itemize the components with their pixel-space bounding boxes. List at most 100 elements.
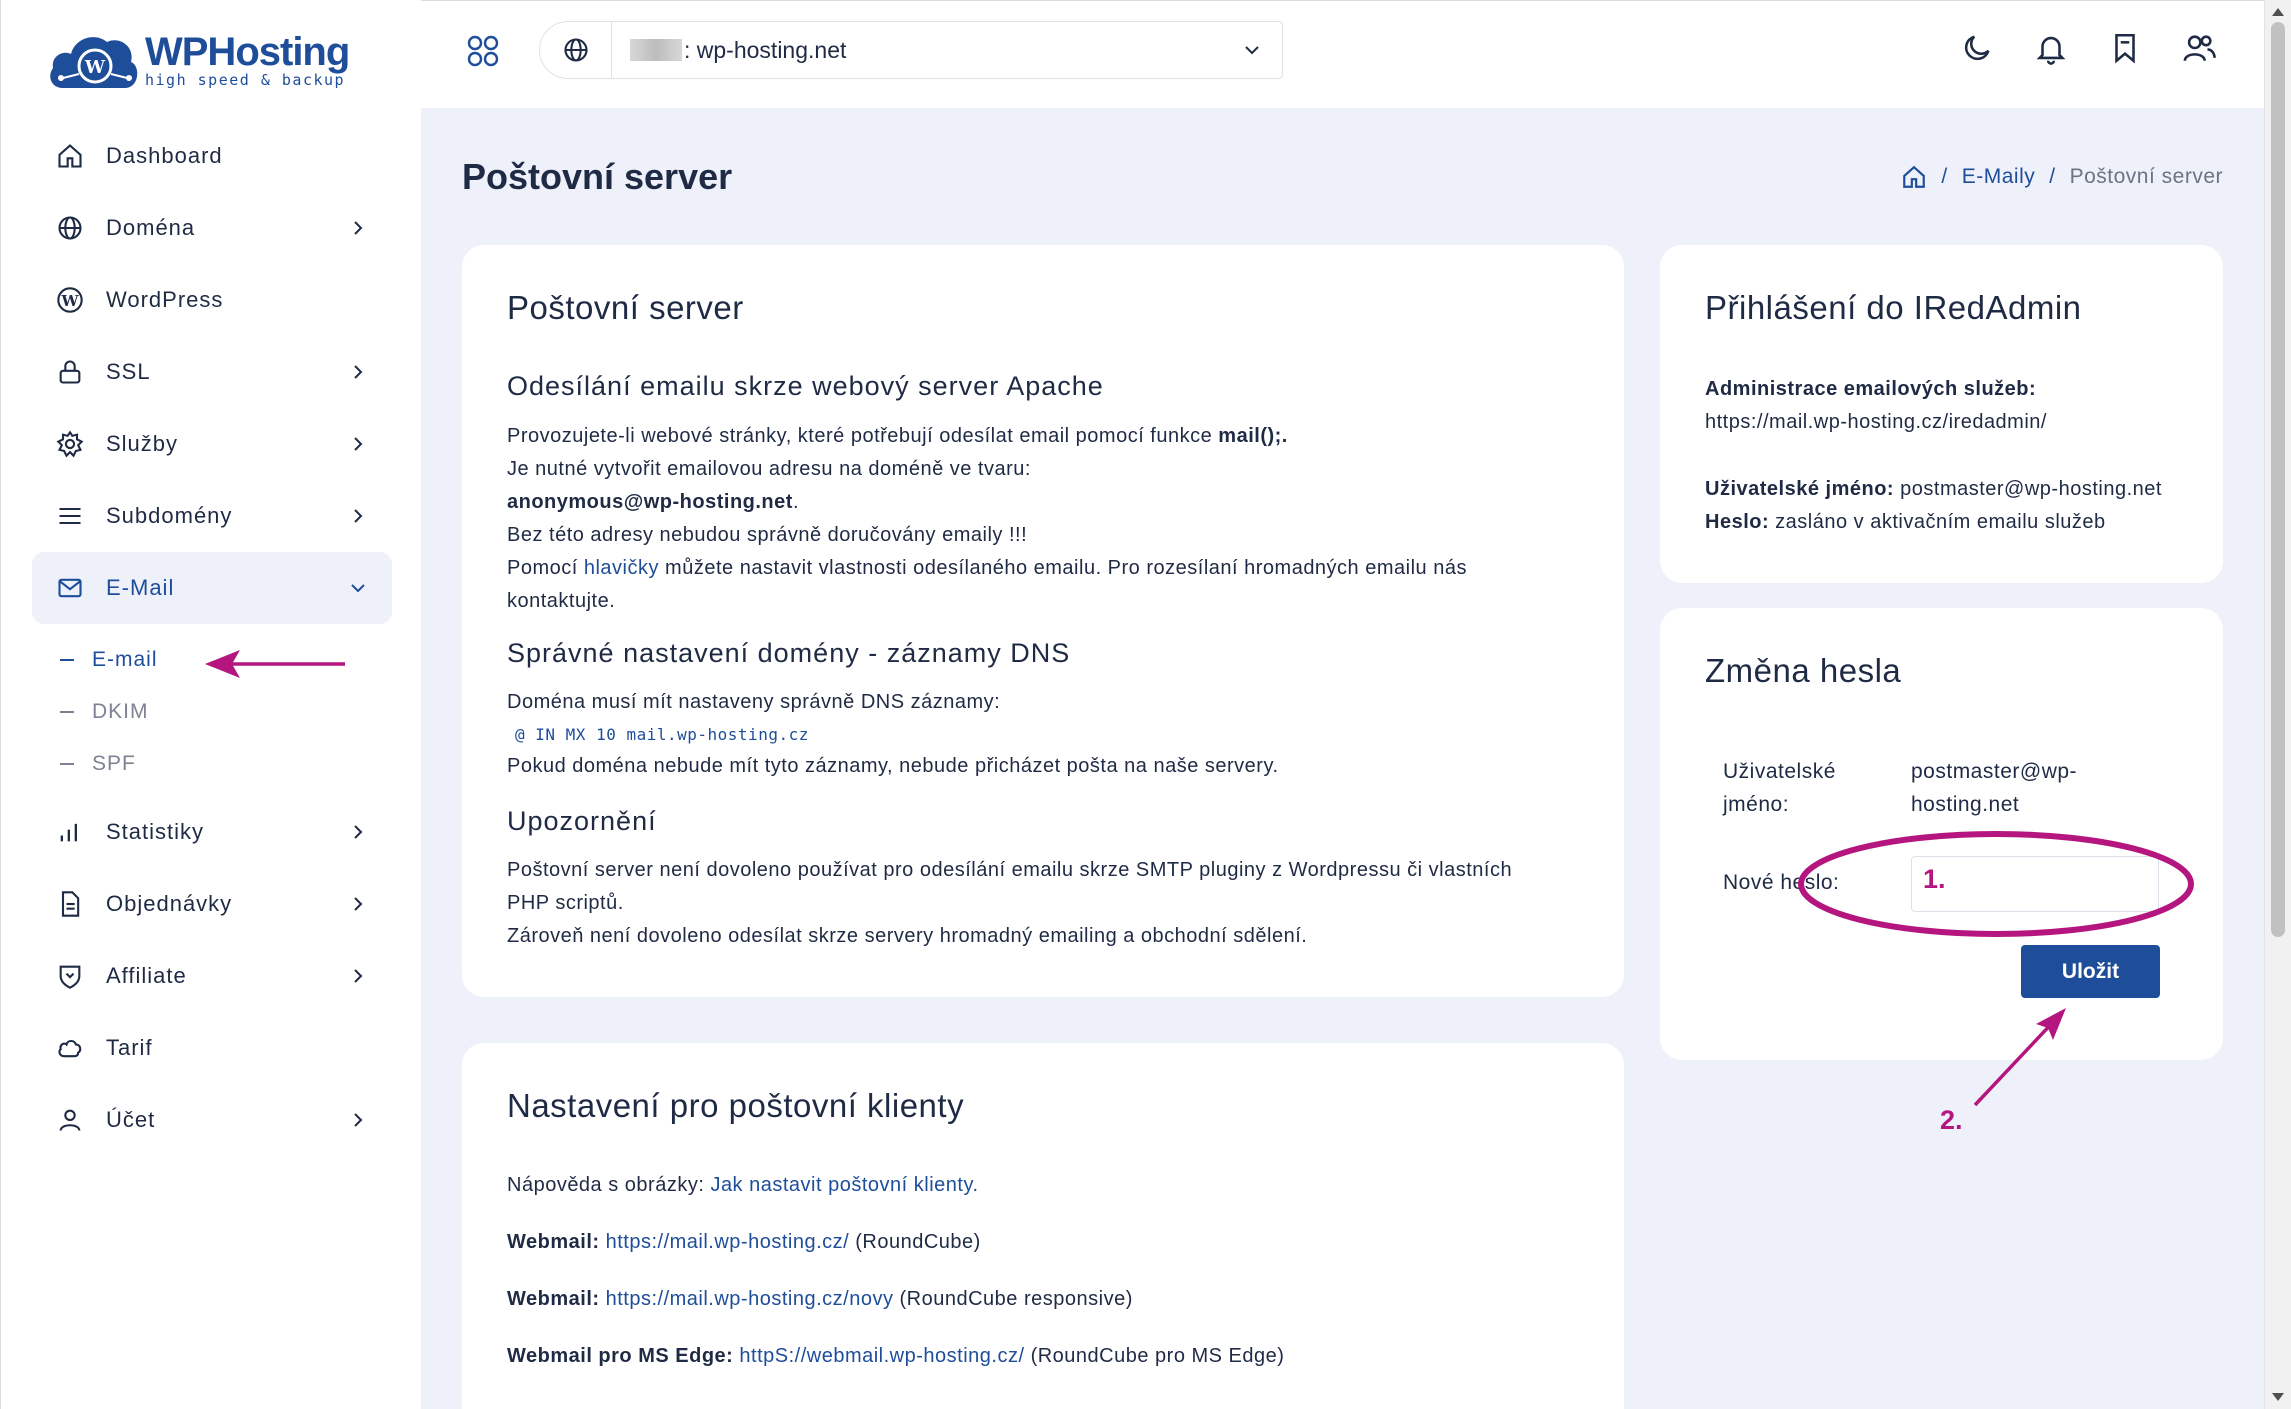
- sidebar-item-label: Statistiky: [106, 819, 205, 844]
- cloud-icon: [58, 1039, 82, 1058]
- submenu-item-dkim[interactable]: DKIM: [60, 686, 392, 738]
- webmail-note: (RoundCube pro MS Edge): [1024, 1345, 1285, 1367]
- webmail-note: (RoundCube responsive): [893, 1288, 1133, 1310]
- page-scrollbar[interactable]: [2264, 0, 2291, 1409]
- text-line: Doména musí mít nastaveny správně DNS zá…: [507, 691, 1001, 713]
- bullet-dash: [60, 659, 74, 661]
- annotation-step-1: 1.: [1923, 864, 1946, 894]
- text-line: Uživatelské: [1723, 760, 1836, 783]
- scroll-down-arrow[interactable]: [2272, 1393, 2284, 1401]
- lock-icon: [59, 360, 81, 384]
- username-value: postmaster@wp-hosting.net: [1894, 478, 2162, 500]
- globe-icon: [563, 38, 588, 62]
- text-line: postmaster@wp-: [1911, 760, 2078, 783]
- sidebar-item-label: Affiliate: [106, 963, 187, 988]
- section-heading-warning: Upozornění: [507, 806, 657, 836]
- text-line: Je nutné vytvořit emailovou adresu na do…: [507, 458, 1031, 480]
- chevron-down-icon: [1245, 46, 1259, 55]
- topbar: : wp-hosting.net: [421, 0, 2264, 108]
- breadcrumb-separator: /: [1941, 165, 1948, 188]
- sidebar-item-tarif[interactable]: Tarif: [32, 1012, 392, 1084]
- sidebar-item-domena[interactable]: Doména: [32, 192, 392, 264]
- shield-heart-icon: [59, 965, 81, 989]
- chevron-right-icon: [354, 221, 363, 235]
- text-line: Bez této adresy nebudou správně doručová…: [507, 524, 1028, 546]
- password-label: Heslo:: [1705, 511, 1770, 533]
- card-title: Přihlášení do IRedAdmin: [1705, 289, 2082, 326]
- help-line: Nápověda s obrázky: Jak nastavit poštovn…: [507, 1169, 979, 1202]
- breadcrumb-link-emaily[interactable]: E-Maily: [1962, 165, 2036, 189]
- annotation-step-2: 2.: [1940, 1105, 1963, 1135]
- new-password-input[interactable]: [1911, 856, 2159, 912]
- save-button[interactable]: Uložit: [2021, 945, 2160, 998]
- svg-text:W: W: [84, 57, 106, 78]
- sidebar: W WPHosting high speed & backup Dashboar…: [0, 0, 421, 1409]
- submenu-item-label: E-mail: [92, 648, 158, 671]
- sidebar-item-ssl[interactable]: SSL: [32, 336, 392, 408]
- text-line: Zároveň není dovoleno odesílat skrze ser…: [507, 925, 1308, 947]
- webmail-link[interactable]: https://mail.wp-hosting.cz/novy: [606, 1288, 894, 1310]
- bell-icon[interactable]: [2034, 31, 2068, 65]
- webmail-link[interactable]: httpS://webmail.wp-hosting.cz/: [739, 1345, 1024, 1367]
- brand-subtitle: high speed & backup: [145, 71, 346, 89]
- bookmark-icon[interactable]: [2108, 31, 2142, 65]
- scrollbar-thumb[interactable]: [2271, 22, 2285, 937]
- gear-icon: [56, 430, 84, 458]
- sidebar-item-dashboard[interactable]: Dashboard: [32, 120, 392, 192]
- text-span: .: [792, 491, 799, 513]
- code-mail-function: mail();: [1218, 425, 1282, 447]
- username-label: Uživatelské jméno:: [1705, 478, 1895, 500]
- scroll-up-arrow[interactable]: [2272, 8, 2284, 16]
- headers-link[interactable]: hlavičky: [584, 557, 659, 579]
- text-span: Pomocí: [507, 557, 584, 579]
- text-line: kontaktujte.: [507, 590, 616, 612]
- chevron-right-icon: [354, 509, 363, 523]
- submenu-item-label: DKIM: [92, 700, 149, 723]
- chevron-right-icon: [354, 897, 363, 911]
- password-line: Heslo: zasláno v aktivačním emailu služe…: [1705, 506, 2106, 539]
- section-heading-apache: Odesílání emailu skrze webový server Apa…: [507, 371, 1104, 401]
- iredadmin-link[interactable]: https://mail.wp-hosting.cz/iredadmin/: [1705, 406, 2047, 439]
- chevron-down-icon: [351, 584, 365, 593]
- iredadmin-card: Přihlášení do IRedAdmin Administrace ema…: [1660, 245, 2223, 583]
- svg-text:W: W: [60, 292, 79, 310]
- sidebar-item-label: Tarif: [106, 1035, 153, 1060]
- sidebar-item-sluzby[interactable]: Služby: [32, 408, 392, 480]
- help-link[interactable]: Jak nastavit poštovní klienty.: [710, 1174, 978, 1196]
- users-icon[interactable]: [2182, 31, 2216, 65]
- home-icon[interactable]: [1901, 164, 1927, 190]
- text-span: Provozujete-li webové stránky, které pot…: [507, 425, 1219, 447]
- sidebar-item-wordpress[interactable]: W WordPress: [32, 264, 392, 336]
- text-line: Pokud doména nebude mít tyto záznamy, ne…: [507, 755, 1279, 777]
- submenu-item-email[interactable]: E-mail: [60, 634, 392, 686]
- chevron-right-icon: [354, 1113, 363, 1127]
- apps-grid-icon[interactable]: [465, 33, 501, 69]
- topbar-actions: [1960, 31, 2216, 65]
- password-value: zasláno v aktivačním emailu služeb: [1769, 511, 2106, 533]
- webmail-label: Webmail pro MS Edge:: [507, 1345, 734, 1367]
- webmail-label: Webmail:: [507, 1288, 600, 1310]
- submenu-item-spf[interactable]: SPF: [60, 738, 392, 790]
- domain-select[interactable]: : wp-hosting.net: [539, 21, 1283, 79]
- sidebar-item-subdomeny[interactable]: Subdomény: [32, 480, 392, 552]
- envelope-icon: [58, 578, 82, 598]
- chevron-right-icon: [354, 969, 363, 983]
- sidebar-item-affiliate[interactable]: Affiliate: [32, 940, 392, 1012]
- text-span: .: [1281, 425, 1288, 447]
- moon-icon[interactable]: [1960, 31, 1994, 65]
- sidebar-item-label: SSL: [106, 359, 151, 384]
- sidebar-item-label: Objednávky: [106, 891, 233, 916]
- sidebar-item-objednavky[interactable]: Objednávky: [32, 868, 392, 940]
- section-body-apache: Provozujete-li webové stránky, které pot…: [507, 420, 1587, 618]
- redacted-domain-prefix: [630, 39, 682, 61]
- sidebar-item-statistiky[interactable]: Statistiky: [32, 796, 392, 868]
- username-label: Uživatelské jméno:: [1723, 755, 1836, 821]
- brand-logo[interactable]: W WPHosting high speed & backup: [45, 26, 350, 94]
- webmail-link[interactable]: https://mail.wp-hosting.cz/: [606, 1231, 850, 1253]
- text-line: jméno:: [1723, 793, 1790, 816]
- sidebar-item-email[interactable]: E-Mail: [32, 552, 392, 624]
- globe-icon: [58, 216, 82, 240]
- text-line: hosting.net: [1911, 793, 2020, 816]
- sidebar-item-ucet[interactable]: Účet: [32, 1084, 392, 1156]
- breadcrumb: / E-Maily / Poštovní server: [1901, 164, 2223, 190]
